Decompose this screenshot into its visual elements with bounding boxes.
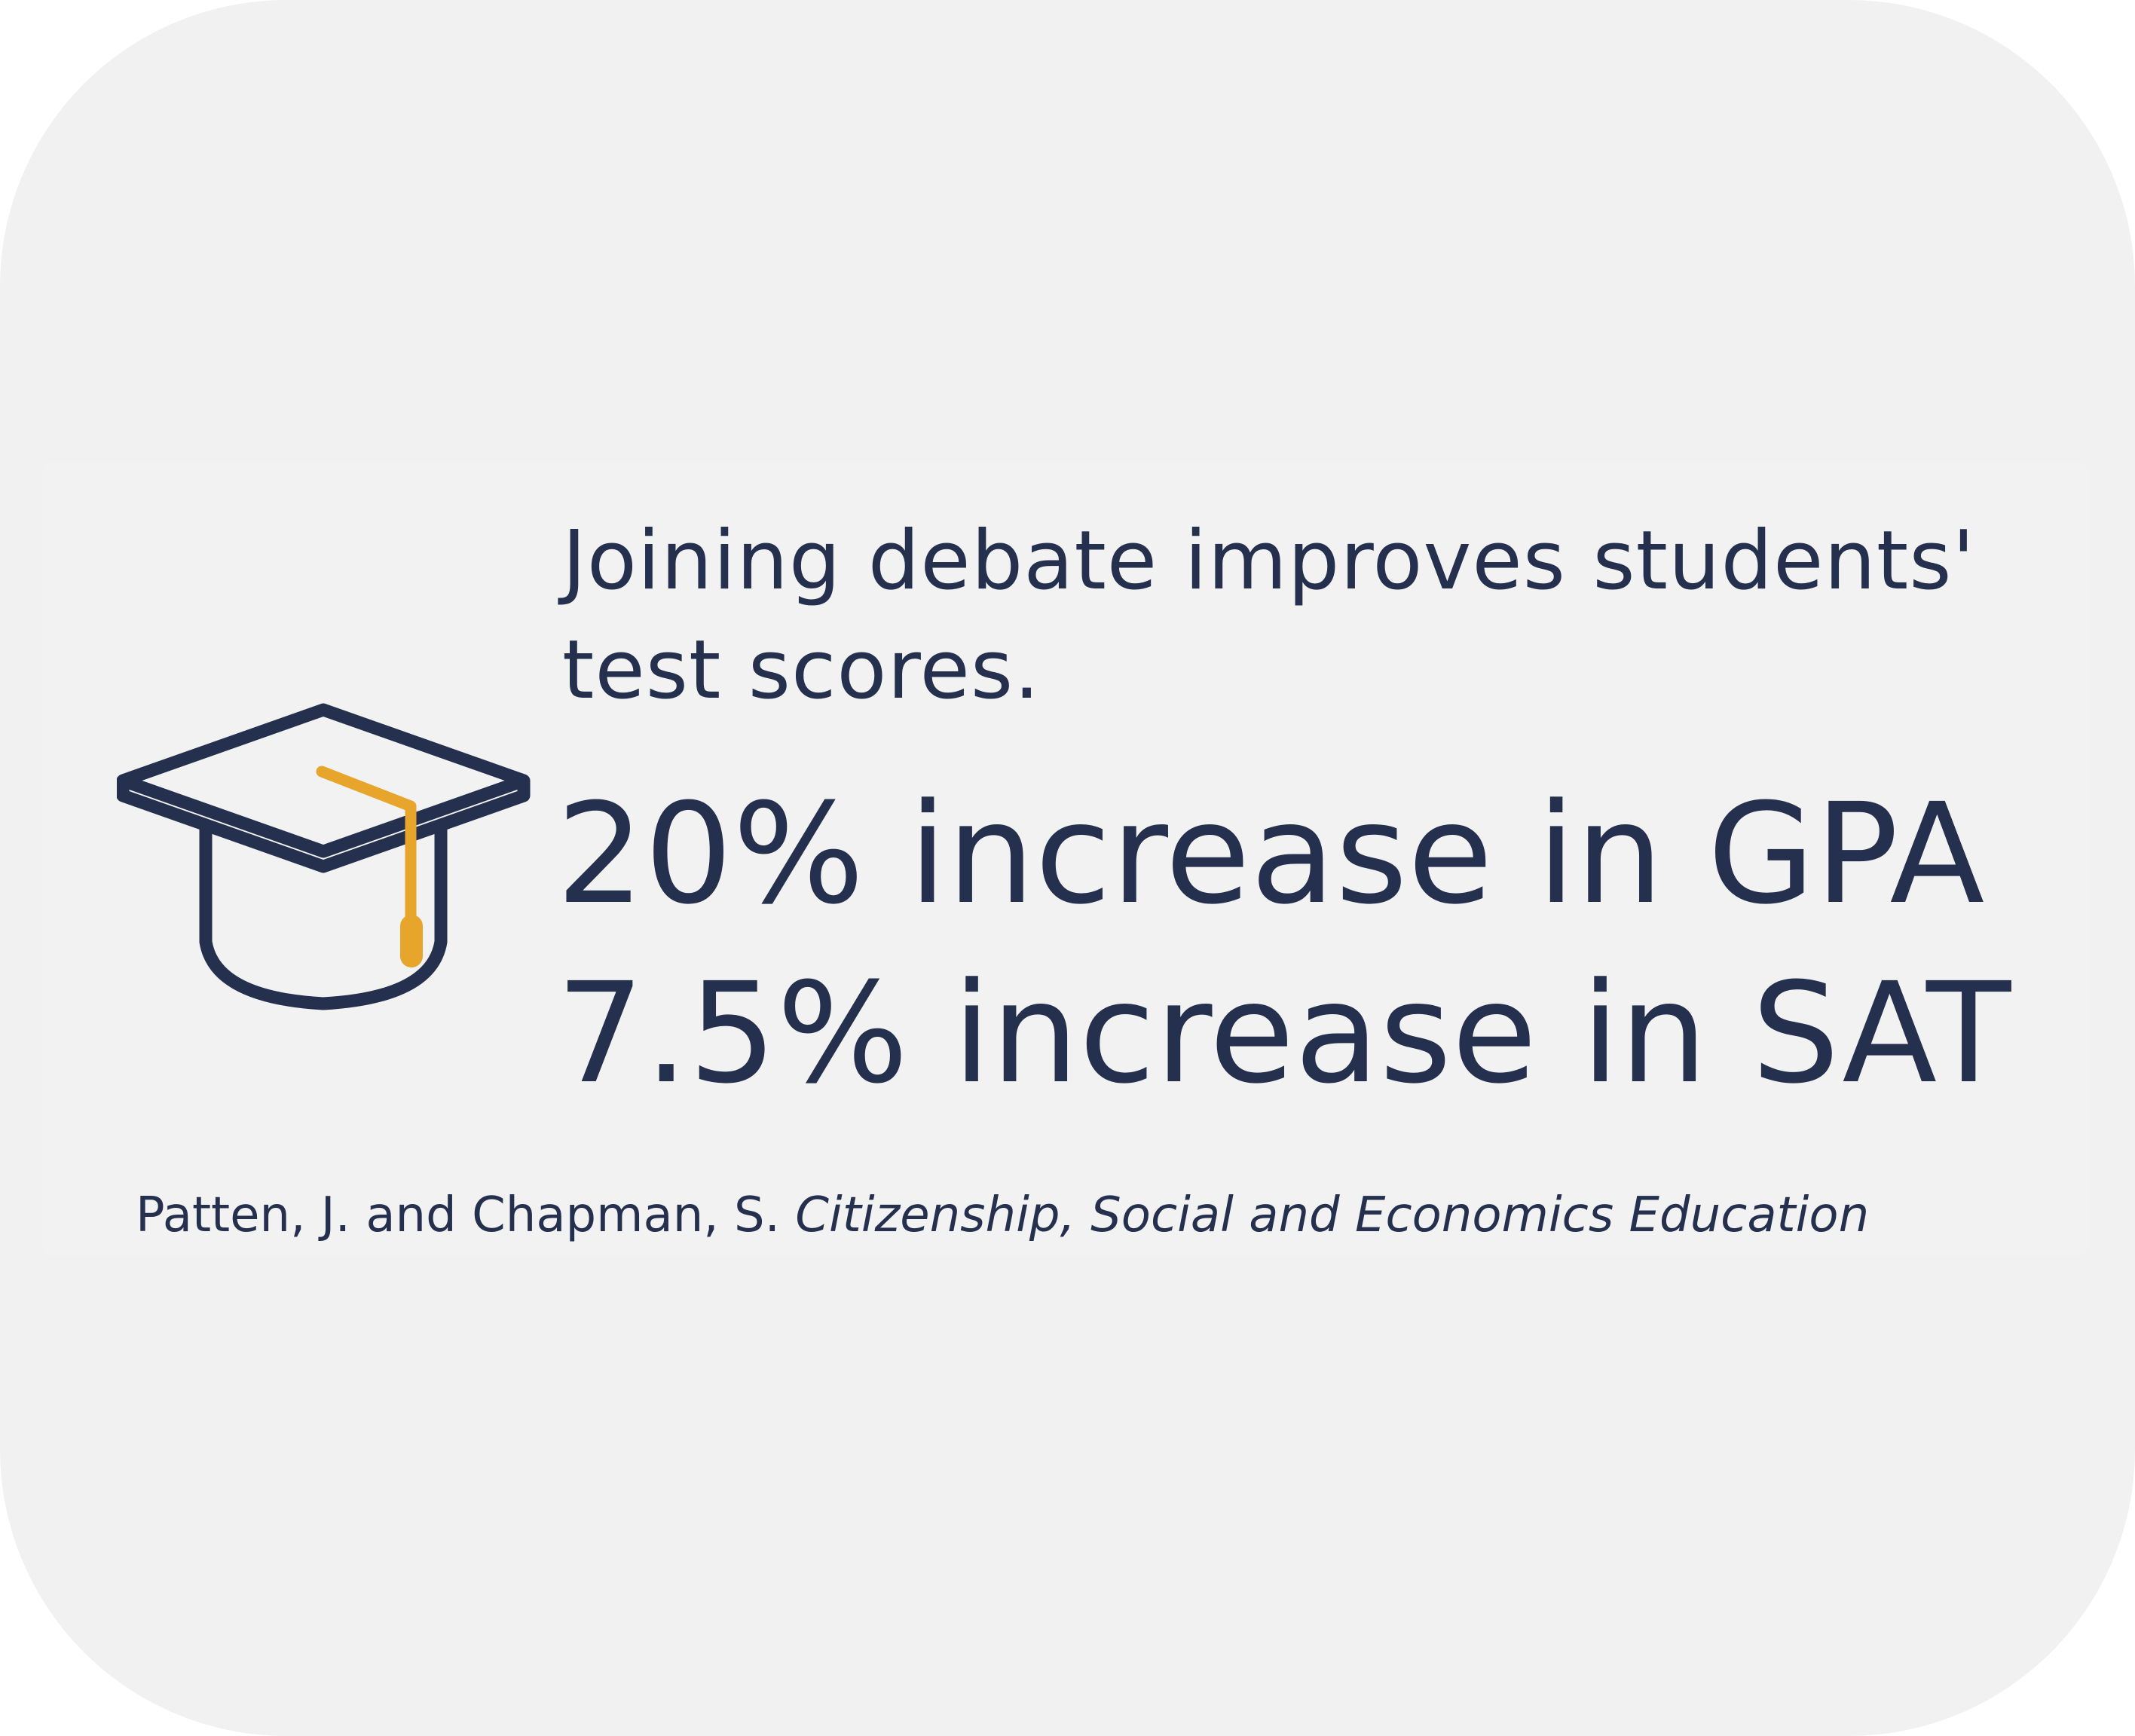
graduation-cap-icon	[117, 702, 531, 1019]
info-card: Joining debate improves students' test s…	[0, 0, 2135, 1736]
citation-source: Citizenship, Social and Economics Educat…	[795, 1187, 1870, 1243]
gpa-stat: 20% increase in GPA	[556, 774, 1985, 935]
sat-stat: 7.5% increase in SAT	[556, 953, 2011, 1114]
citation-authors: Patten, J. and Chapman, S.	[136, 1187, 780, 1243]
headline: Joining debate improves students' test s…	[562, 514, 1976, 717]
citation: Patten, J. and Chapman, S. Citizenship, …	[136, 1181, 2065, 1249]
